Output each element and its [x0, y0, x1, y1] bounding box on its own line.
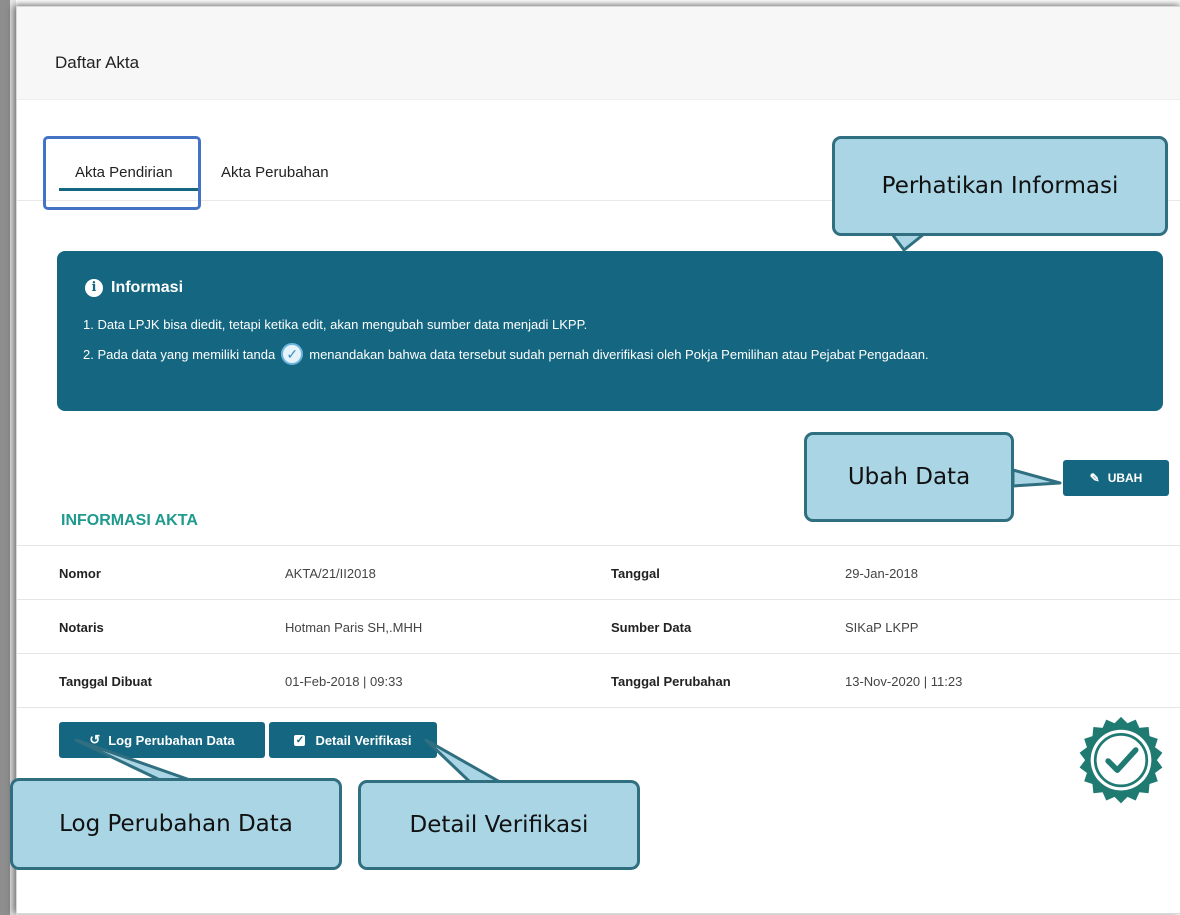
tab-highlight-box — [43, 136, 201, 210]
table-row: Notaris Hotman Paris SH,.MHH Sumber Data… — [17, 599, 1180, 654]
table-row: Nomor AKTA/21/II2018 Tanggal 29-Jan-2018 — [17, 545, 1180, 600]
history-icon: ↺ — [89, 732, 101, 747]
label-tanggal-dibuat: Tanggal Dibuat — [59, 674, 152, 689]
ubah-button[interactable]: ✎ UBAH — [1063, 460, 1169, 496]
label-tanggal: Tanggal — [611, 566, 660, 581]
info-title: i Informasi — [85, 279, 183, 297]
info-line-2-before: 2. Pada data yang memiliki tanda — [83, 346, 276, 362]
value-notaris: Hotman Paris SH,.MHH — [285, 620, 423, 635]
callout-perhatikan-informasi: Perhatikan Informasi — [832, 136, 1168, 236]
verified-badge-icon — [1079, 716, 1163, 804]
edit-icon: ✎ — [1089, 471, 1100, 485]
window-left-rail — [0, 0, 10, 915]
value-sumber-data: SIKaP LKPP — [845, 620, 919, 635]
info-line-2-after: menandakan bahwa data tersebut sudah per… — [309, 346, 929, 362]
value-tanggal: 29-Jan-2018 — [845, 566, 918, 581]
value-tanggal-dibuat: 01-Feb-2018 | 09:33 — [285, 674, 403, 689]
log-button-label: Log Perubahan Data — [108, 732, 235, 748]
info-box: i Informasi 1. Data LPJK bisa diedit, te… — [57, 251, 1163, 411]
value-tanggal-perubahan: 13-Nov-2020 | 11:23 — [845, 674, 963, 689]
label-notaris: Notaris — [59, 620, 104, 635]
value-nomor: AKTA/21/II2018 — [285, 566, 376, 581]
check-circle-icon: ✓ — [281, 343, 304, 365]
check-square-icon: ✓ — [294, 734, 306, 746]
callout-detail-verifikasi: Detail Verifikasi — [358, 780, 640, 870]
label-nomor: Nomor — [59, 566, 101, 581]
callout-log-perubahan-data: Log Perubahan Data — [10, 778, 342, 870]
panel-header: Daftar Akta — [17, 7, 1180, 100]
callout-ubah-data: Ubah Data — [804, 432, 1014, 522]
tab-akta-perubahan[interactable]: Akta Perubahan — [221, 164, 329, 181]
info-title-text: Informasi — [111, 279, 184, 296]
info-line-1: 1. Data LPJK bisa diedit, tetapi ketika … — [83, 317, 588, 332]
info-circle-icon: i — [85, 279, 103, 297]
detail-verifikasi-button[interactable]: ✓ Detail Verifikasi — [269, 722, 437, 758]
detail-button-label: Detail Verifikasi — [315, 732, 412, 748]
table-row: Tanggal Dibuat 01-Feb-2018 | 09:33 Tangg… — [17, 653, 1180, 708]
page-title: Daftar Akta — [55, 53, 140, 72]
label-tanggal-perubahan: Tanggal Perubahan — [611, 674, 731, 689]
table-bottom-border — [17, 707, 1180, 708]
section-title: INFORMASI AKTA — [61, 512, 198, 529]
ubah-button-label: UBAH — [1107, 471, 1143, 485]
info-line-2: 2. Pada data yang memiliki tanda ✓ menan… — [83, 343, 929, 365]
label-sumber-data: Sumber Data — [611, 620, 692, 635]
log-perubahan-data-button[interactable]: ↺ Log Perubahan Data — [59, 722, 265, 758]
